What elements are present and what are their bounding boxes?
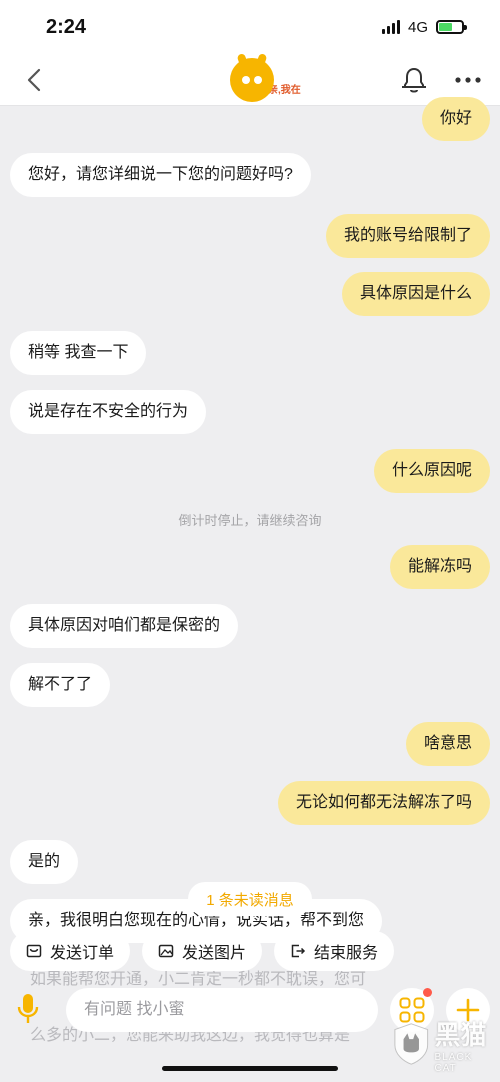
message-input[interactable] — [66, 988, 378, 1032]
message-bubble-outgoing[interactable]: 啥意思 — [405, 722, 490, 766]
end-service-label: 结束服务 — [314, 945, 379, 962]
battery-icon — [436, 20, 467, 34]
send-order-button[interactable]: 发送订单 — [10, 931, 131, 971]
status-indicators: 4G — [381, 18, 467, 36]
unread-messages-button[interactable]: 1 条未读消息 — [188, 882, 312, 916]
mascot-icon — [230, 52, 274, 102]
message-bubble-incoming[interactable]: 解不了了 — [10, 663, 111, 707]
send-image-button[interactable]: 发送图片 — [142, 931, 263, 971]
back-button[interactable] — [16, 62, 52, 98]
message-bubble-incoming[interactable]: 说是存在不安全的行为 — [10, 390, 207, 434]
message-bubble-incoming[interactable]: 是的 — [10, 840, 79, 884]
notification-button[interactable] — [398, 64, 430, 96]
system-note: 倒计时停止，请继续咨询 — [178, 513, 322, 528]
bell-icon — [402, 67, 426, 92]
message-bubble-outgoing[interactable]: 具体原因是什么 — [341, 272, 490, 316]
watermark-en: BLACK CAT — [434, 1051, 473, 1074]
message-bubble-outgoing[interactable]: 什么原因呢 — [373, 449, 490, 493]
watermark: 黑猫 BLACK CAT — [392, 1008, 496, 1080]
message-bubble-outgoing[interactable]: 我的账号给限制了 — [325, 214, 490, 258]
signal-icon — [381, 20, 400, 34]
app-logo: 亲,我在 — [230, 52, 306, 104]
status-bar: 2:24 4G — [0, 0, 500, 54]
nav-bar: 亲,我在 — [0, 52, 500, 106]
message-bubble-outgoing[interactable]: 你好 — [421, 97, 490, 141]
watermark-cn: 黑猫 — [434, 1019, 487, 1050]
image-icon — [158, 944, 174, 958]
chevron-left-icon — [27, 68, 41, 91]
message-bubble-incoming[interactable]: 具体原因对咱们都是保密的 — [10, 604, 239, 648]
more-dots-icon — [455, 76, 481, 83]
more-button[interactable] — [452, 64, 484, 96]
exit-icon — [291, 944, 306, 958]
send-image-label: 发送图片 — [182, 945, 247, 962]
status-time: 2:24 — [46, 15, 87, 38]
message-bubble-outgoing[interactable]: 无论如何都无法解冻了吗 — [277, 781, 490, 825]
shield-cat-icon — [394, 1023, 429, 1065]
order-icon — [26, 944, 42, 958]
message-bubble-incoming[interactable]: 稍等 我查一下 — [10, 331, 147, 375]
quick-actions: 发送订单 发送图片 结束服务 — [0, 931, 500, 971]
message-bubble-outgoing[interactable]: 能解冻吗 — [389, 545, 490, 589]
send-order-label: 发送订单 — [50, 945, 115, 962]
message-bubble-incoming[interactable]: 您好，请您详细说一下您的问题好吗? — [10, 153, 311, 197]
network-type: 4G — [407, 18, 428, 36]
microphone-icon — [17, 994, 39, 1023]
home-indicator — [162, 1066, 338, 1071]
end-service-button[interactable]: 结束服务 — [274, 931, 395, 971]
voice-input-button[interactable] — [10, 991, 46, 1027]
notification-dot — [423, 988, 432, 997]
